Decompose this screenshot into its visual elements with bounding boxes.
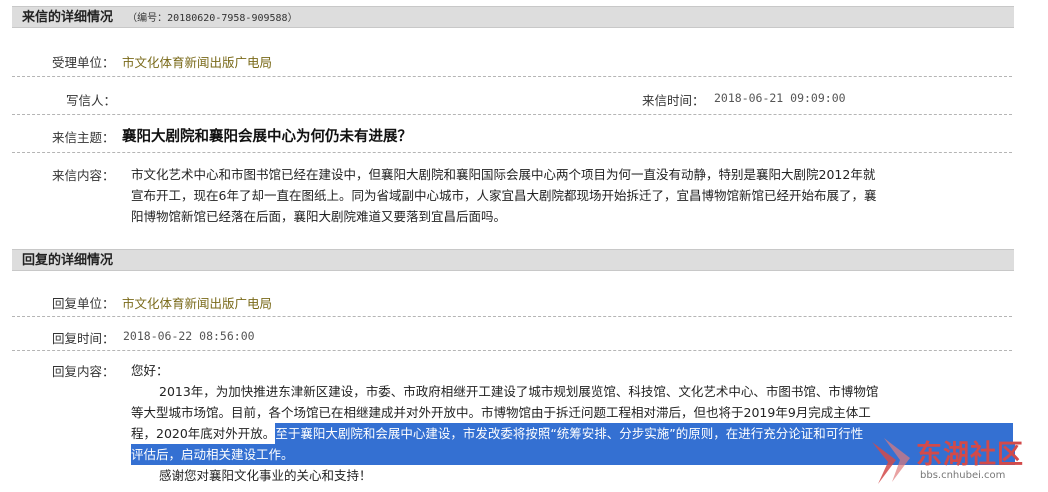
reply-dept-value[interactable]: 市文化体育新闻出版广电局 bbox=[122, 293, 272, 312]
reply-paragraph-line: 等大型城市场馆。目前，各个场馆已在相继建成并对外开放中。市博物馆由于拆迁问题工程… bbox=[131, 405, 871, 420]
reply-time-value: 2018-06-22 08:56:00 bbox=[123, 329, 255, 343]
reply-content-label: 回复内容： bbox=[52, 364, 115, 379]
letter-subject-row: 来信主题： 襄阳大剧院和襄阳会展中心为何仍未有进展？ bbox=[12, 116, 1012, 153]
letter-content-line: 宣布开工，现在6年了却一直在图纸上。同为省域副中心城市，人家宜昌大剧院都现场开始… bbox=[131, 188, 877, 203]
letter-dept-value[interactable]: 市文化体育新闻出版广电局 bbox=[122, 52, 272, 71]
letter-writer-row: 写信人： 来信时间： 2018-06-21 09:09:00 bbox=[12, 78, 1012, 115]
letter-time-value: 2018-06-21 09:09:00 bbox=[714, 91, 846, 105]
watermark-brand: 东湖社区 bbox=[916, 440, 1025, 470]
letter-dept-row: 受理单位： 市文化体育新闻出版广电局 bbox=[12, 44, 1012, 77]
forum-watermark: 东湖社区 bbs.cnhubei.com bbox=[866, 430, 1048, 492]
letter-section-title: 来信的详细情况 bbox=[22, 10, 114, 25]
reply-paragraph-line: 2013年，为加快推进东津新区建设，市委、市政府相继开工建设了城市规划展览馆、科… bbox=[159, 384, 879, 399]
reply-dept-row: 回复单位： 市文化体育新闻出版广电局 bbox=[12, 284, 1012, 317]
letter-content: 市文化艺术中心和市图书馆已经在建设中，但襄阳大剧院和襄阳国际会展中心两个项目为何… bbox=[131, 164, 971, 227]
letter-serial-number: （编号：20180620-7958-909588） bbox=[127, 13, 298, 24]
reply-time-label: 回复时间： bbox=[52, 331, 115, 346]
letter-content-line: 市文化艺术中心和市图书馆已经在建设中，但襄阳大剧院和襄阳国际会展中心两个项目为何… bbox=[131, 167, 876, 182]
letter-dept-label: 受理单位： bbox=[52, 55, 115, 70]
reply-dept-label: 回复单位： bbox=[52, 296, 115, 311]
reply-section-title: 回复的详细情况 bbox=[22, 253, 114, 268]
watermark-url: bbs.cnhubei.com bbox=[920, 470, 1006, 481]
reply-greeting: 您好： bbox=[131, 363, 169, 378]
letter-content-label: 来信内容： bbox=[52, 168, 115, 183]
reply-time-row: 回复时间： 2018-06-22 08:56:00 bbox=[12, 318, 1012, 351]
letter-content-line: 阳博物馆新馆已经落在后面，襄阳大剧院难道又要落到宜昌后面吗。 bbox=[131, 209, 507, 224]
letter-writer-label: 写信人： bbox=[66, 93, 117, 108]
reply-plain-text: 程，2020年底对外开放。 bbox=[131, 426, 276, 441]
reply-section-header: 回复的详细情况 bbox=[12, 249, 1014, 271]
letter-subject-label: 来信主题： bbox=[52, 130, 115, 145]
letter-time-label: 来信时间： bbox=[642, 93, 705, 108]
letter-section-header: 来信的详细情况 （编号：20180620-7958-909588） bbox=[12, 6, 1014, 28]
letter-subject-value: 襄阳大剧院和襄阳会展中心为何仍未有进展？ bbox=[122, 129, 412, 145]
dragon-logo-icon bbox=[872, 438, 910, 484]
